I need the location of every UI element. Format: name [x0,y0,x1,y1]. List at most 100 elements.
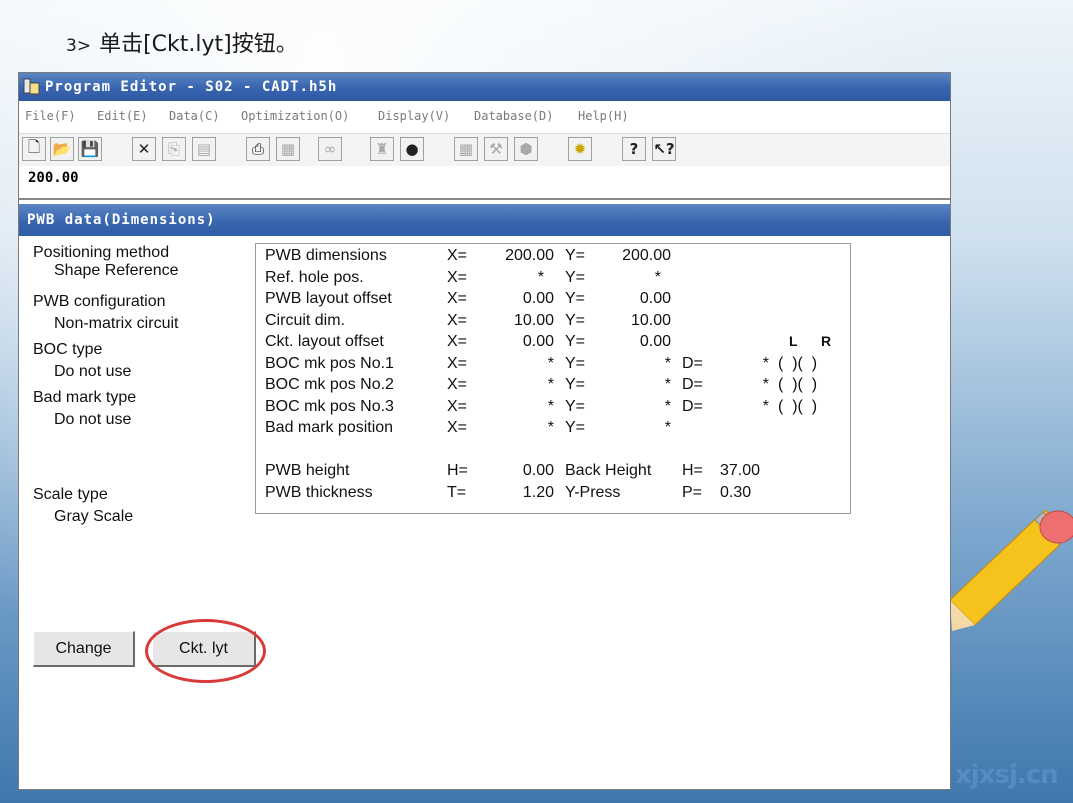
y-value: 10.00 [630,312,671,329]
slide-caption: 3> 单击[Ckt.lyt]按钮。 [66,26,298,58]
menu-database[interactable]: Database(D) [474,109,553,123]
menu-optimization[interactable]: Optimization(O) [241,109,349,123]
menu-file[interactable]: File(F) [25,109,76,123]
y-value: 200.00 [622,247,671,264]
badmark-label: Bad mark type [33,389,137,406]
x-key: X= [447,333,468,350]
badmark-value: Do not use [54,411,132,428]
shapes-icon[interactable]: ● [400,137,424,161]
y-value: * [664,419,671,436]
y-key: Y= [565,269,586,286]
p-value: 0.30 [720,484,752,501]
lightbulb-icon[interactable]: ✹ [568,137,592,161]
y-value: * [664,376,671,393]
lr-flags: ( )( ) [778,398,818,415]
positioning-label: Positioning method [33,244,170,261]
x-value: * [547,398,554,415]
step-number: 3> [66,36,92,56]
x-key: X= [447,398,468,415]
value-field-text: 200.00 [28,170,79,186]
x-key: X= [447,376,468,393]
copy-icon[interactable]: ⎘ [162,137,186,161]
lr-flags: ( )( ) [778,355,818,372]
pencil-icon [950,509,1073,631]
menu-display[interactable]: Display(V) [378,109,450,123]
l-header: L [789,333,798,349]
h-key: H= [447,462,468,479]
caption-text: 单击[Ckt.lyt]按钮。 [99,32,298,57]
panel-title-bar: PWB data(Dimensions) [19,204,950,236]
new-file-icon[interactable]: 🗋 [22,137,46,161]
context-help-icon[interactable]: ↖? [652,137,676,161]
open-folder-icon[interactable]: 📂 [50,137,74,161]
menu-edit[interactable]: Edit(E) [97,109,148,123]
help-icon[interactable]: ? [622,137,646,161]
menu-bar: File(F) Edit(E) Data(C) Optimization(O) … [19,105,950,129]
back-height-label: Back Height [565,462,652,479]
row-label: Bad mark position [265,419,394,436]
toolbar: 🗋 📂 💾 ✕ ⎘ ▤ ⎙ ▦ ∞ ♜ ● ▦ ⚒ ⬢ ✹ ? ↖? [19,133,950,167]
r-header: R [821,333,832,349]
menu-data[interactable]: Data(C) [169,109,220,123]
positioning-value: Shape Reference [54,262,179,279]
x-value: 0.00 [522,333,554,350]
y-key: Y= [565,376,586,393]
menu-help[interactable]: Help(H) [578,109,629,123]
print-preview-icon[interactable]: ▦ [276,137,300,161]
d-key: D= [682,355,703,372]
h-value: 0.00 [522,462,554,479]
x-value: 10.00 [513,312,554,329]
back-h-key: H= [682,462,703,479]
back-h-value: 37.00 [720,462,761,479]
change-button[interactable]: Change [33,631,135,667]
p-key: P= [682,484,703,501]
row-label: Circuit dim. [265,312,346,329]
y-key: Y= [565,290,586,307]
tree-icon[interactable]: ♜ [370,137,394,161]
title-bar: Program Editor - S02 - CADT.h5h [19,73,950,101]
y-key: Y= [565,419,586,436]
paste-icon[interactable]: ▤ [192,137,216,161]
x-value: * [547,376,554,393]
x-value: 200.00 [505,247,554,264]
d-value: * [762,376,769,393]
window-title: Program Editor - S02 - CADT.h5h [45,79,338,95]
print-icon[interactable]: ⎙ [246,137,270,161]
row-label: Ckt. layout offset [265,333,384,350]
d-key: D= [682,398,703,415]
config-label: PWB configuration [33,293,166,310]
d-value: * [762,355,769,372]
pack-icon[interactable]: ⬢ [514,137,538,161]
y-key: Y= [565,247,586,264]
x-value: * [537,269,544,286]
x-value: * [547,355,554,372]
lr-flags: ( )( ) [778,376,818,393]
row-label: BOC mk pos No.3 [265,398,394,415]
tool-icon[interactable]: ⚒ [484,137,508,161]
t-key: T= [447,484,467,501]
cut-icon[interactable]: ✕ [132,137,156,161]
grid-icon[interactable]: ▦ [454,137,478,161]
y-key: Y= [565,312,586,329]
highlight-ellipse [145,619,266,683]
program-editor-window: Program Editor - S02 - CADT.h5h File(F) … [18,72,951,790]
d-value: * [762,398,769,415]
x-key: X= [447,355,468,372]
dimensions-box: L R PWB dimensions X= 200.00 Y= 200.00 R… [255,243,851,514]
y-key: Y= [565,333,586,350]
x-key: X= [447,247,468,264]
y-value: 0.00 [639,290,671,307]
scale-label: Scale type [33,486,108,503]
value-field[interactable]: 200.00 [19,166,950,200]
boc-type-value: Do not use [54,363,132,380]
boc-type-label: BOC type [33,341,103,358]
row-label: PWB layout offset [265,290,392,307]
y-value: * [654,269,661,286]
row-label: BOC mk pos No.2 [265,376,394,393]
x-value: 0.00 [522,290,554,307]
y-key: Y= [565,355,586,372]
x-key: X= [447,312,468,329]
link-icon[interactable]: ∞ [318,137,342,161]
y-value: * [664,355,671,372]
save-icon[interactable]: 💾 [78,137,102,161]
